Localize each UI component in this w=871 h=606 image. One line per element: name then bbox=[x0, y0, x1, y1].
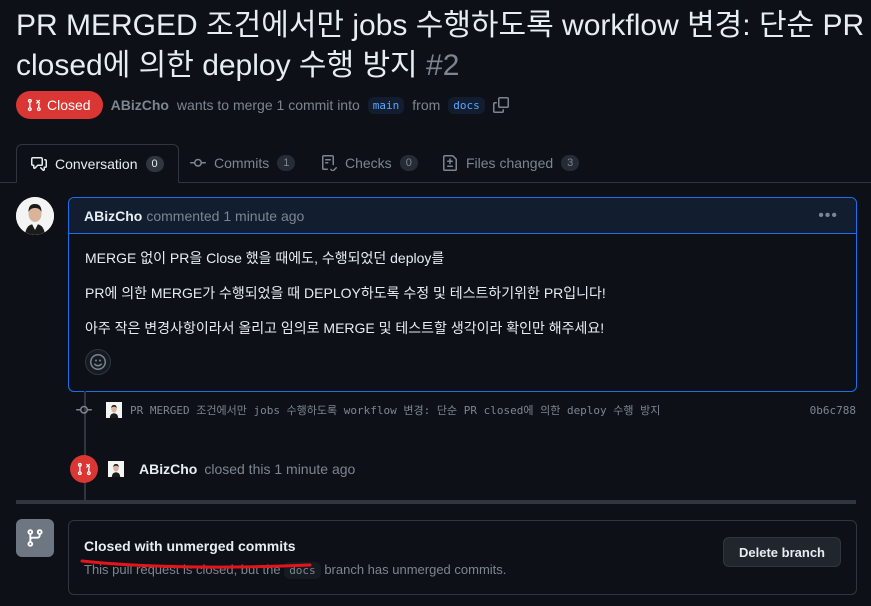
closed-event: ABizCho closed this 1 minute ago bbox=[70, 455, 355, 483]
smiley-icon bbox=[90, 354, 106, 370]
pr-tabs: Conversation 0 Commits 1 Checks 0 Files … bbox=[0, 144, 871, 183]
comment-header: ABizCho commented 1 minute ago ••• bbox=[69, 198, 856, 234]
avatar-portrait-icon bbox=[16, 197, 54, 235]
comment-line: PR에 의한 MERGE가 수행되었을 때 DEPLOY하도록 수정 및 테스트… bbox=[85, 285, 606, 301]
kebab-horizontal-icon[interactable]: ••• bbox=[818, 207, 838, 225]
tab-checks[interactable]: Checks 0 bbox=[307, 144, 432, 182]
comment-body: MERGE 없이 PR을 Close 했을 때에도, 수행되었던 deploy를… bbox=[69, 234, 856, 375]
commit-author-avatar[interactable] bbox=[106, 402, 122, 418]
tab-checks-label: Checks bbox=[345, 155, 392, 171]
git-pull-request-closed-icon bbox=[27, 98, 41, 112]
timeline-divider bbox=[16, 500, 856, 504]
base-branch[interactable]: main bbox=[367, 96, 405, 114]
comment-discussion-icon bbox=[31, 156, 47, 171]
comment-box: ABizCho commented 1 minute ago ••• MERGE… bbox=[68, 197, 857, 392]
git-branch-icon bbox=[27, 529, 43, 547]
merge-status-box: Closed with unmerged commits This pull r… bbox=[68, 520, 857, 595]
merge-status-title: Closed with unmerged commits bbox=[84, 538, 296, 554]
merge-text: wants to merge 1 commit into bbox=[176, 97, 360, 113]
pr-author-link[interactable]: ABizCho bbox=[111, 97, 169, 113]
pr-title: PR MERGED 조건에서만 jobs 수행하도록 workflow 변경: … bbox=[16, 6, 871, 86]
pr-status-row: Closed ABizCho wants to merge 1 commit i… bbox=[16, 91, 509, 119]
merge-status-icon-box bbox=[16, 519, 54, 557]
checklist-icon bbox=[322, 155, 337, 171]
tab-conversation[interactable]: Conversation 0 bbox=[16, 144, 179, 183]
tab-commits-count: 1 bbox=[277, 155, 296, 171]
avatar[interactable] bbox=[16, 197, 54, 235]
git-commit-icon bbox=[76, 402, 92, 418]
head-branch[interactable]: docs bbox=[448, 96, 485, 114]
state-label: Closed bbox=[47, 97, 91, 113]
tab-files-changed-label: Files changed bbox=[466, 155, 554, 171]
from-text: from bbox=[412, 97, 441, 113]
tab-conversation-count: 0 bbox=[145, 155, 164, 172]
commit-sha-link[interactable]: 0b6c788 bbox=[810, 404, 856, 417]
commit-message-link[interactable]: PR MERGED 조건에서만 jobs 수행하도록 workflow 변경: … bbox=[130, 402, 660, 418]
unmerged-branch-tag[interactable]: docs bbox=[284, 562, 321, 579]
comment-meta[interactable]: commented 1 minute ago bbox=[146, 208, 304, 224]
tab-commits[interactable]: Commits 1 bbox=[176, 144, 309, 182]
state-badge: Closed bbox=[16, 91, 103, 119]
comment-line: MERGE 없이 PR을 Close 했을 때에도, 수행되었던 deploy를 bbox=[85, 250, 445, 266]
copy-icon[interactable] bbox=[492, 97, 509, 113]
comment-line: 아주 작은 변경사항이라서 올리고 임의로 MERGE 및 테스트할 생각이라 … bbox=[85, 320, 605, 336]
commit-row: PR MERGED 조건에서만 jobs 수행하도록 workflow 변경: … bbox=[76, 400, 856, 420]
tab-files-changed[interactable]: Files changed 3 bbox=[428, 144, 593, 182]
merge-sub-after: branch has unmerged commits. bbox=[324, 562, 507, 577]
git-commit-icon bbox=[190, 158, 206, 167]
file-diff-icon bbox=[443, 155, 457, 171]
tab-files-changed-count: 3 bbox=[561, 155, 580, 171]
closed-event-text: closed this 1 minute ago bbox=[204, 461, 356, 477]
delete-branch-button[interactable]: Delete branch bbox=[723, 537, 841, 567]
comment-author-link[interactable]: ABizCho bbox=[84, 208, 142, 224]
add-reaction-button[interactable] bbox=[85, 349, 111, 375]
tab-checks-count: 0 bbox=[399, 155, 418, 171]
merge-sub-before: This pull request is closed, but the bbox=[84, 562, 281, 577]
closed-event-avatar[interactable] bbox=[108, 461, 124, 477]
pr-number: #2 bbox=[426, 49, 460, 82]
closed-event-author-link[interactable]: ABizCho bbox=[139, 461, 197, 477]
closed-event-badge bbox=[70, 455, 98, 483]
git-pull-request-closed-icon bbox=[77, 462, 91, 476]
merge-status-subtitle: This pull request is closed, but the doc… bbox=[84, 562, 507, 579]
tab-commits-label: Commits bbox=[214, 155, 270, 171]
tab-conversation-label: Conversation bbox=[55, 155, 138, 172]
